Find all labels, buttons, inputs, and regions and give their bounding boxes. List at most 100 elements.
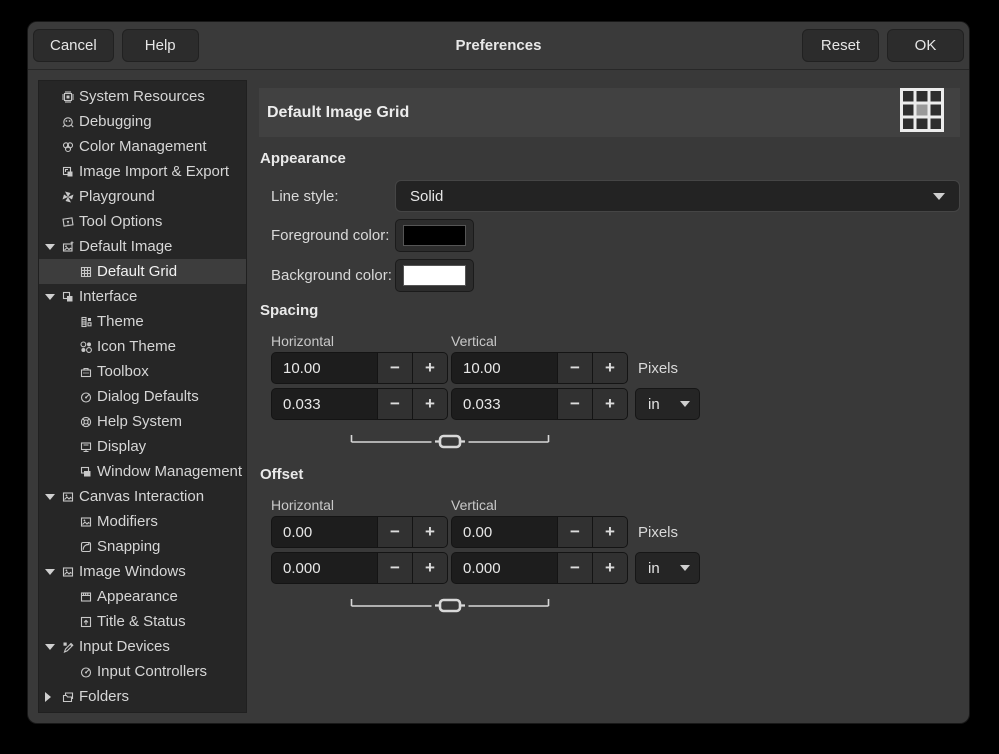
spacing-horizontal-unit-input[interactable] [272,389,377,419]
sidebar-item-label: Canvas Interaction [79,488,204,505]
sidebar-item-icon-theme[interactable]: Icon Theme [39,334,246,359]
expander-down-icon[interactable] [45,244,61,250]
offset-vertical-pixels-spinner: − + [451,516,628,548]
preferences-window: Cancel Help Preferences Reset OK System … [28,22,969,723]
offset-horizontal-pixels-input[interactable] [272,517,377,547]
sidebar-item-interface[interactable]: Interface [39,284,246,309]
expander-down-icon[interactable] [45,494,61,500]
preferences-category-tree: System Resources Debugging Color Managemen… [38,80,247,713]
cancel-button[interactable]: Cancel [33,29,114,62]
sidebar-item-title-and-status[interactable]: Title & Status [39,609,246,634]
offset-unit-value: in [648,560,680,577]
spacing-horizontal-unit-decrement-button[interactable]: − [377,389,412,419]
expander-down-icon[interactable] [45,569,61,575]
spacing-vertical-pixels-input[interactable] [452,353,557,383]
spacing-horizontal-pixels-decrement-button[interactable]: − [377,353,412,383]
spacing-vertical-unit-decrement-button[interactable]: − [557,389,592,419]
sidebar-item-modifiers[interactable]: Modifiers [39,509,246,534]
spacing-vertical-unit-input[interactable] [452,389,557,419]
offset-horizontal-unit-increment-button[interactable]: + [412,553,447,583]
spacing-horizontal-pixels-input[interactable] [272,353,377,383]
sidebar-item-image-import-and-export[interactable]: Image Import & Export [39,159,246,184]
offset-horizontal-unit-decrement-button[interactable]: − [377,553,412,583]
sidebar-item-dialog-defaults[interactable]: Dialog Defaults [39,384,246,409]
sidebar-item-label: Help System [97,413,182,430]
sidebar-item-playground[interactable]: Playground [39,184,246,209]
spacing-vertical-unit-spinner: − + [451,388,628,420]
sidebar-item-toolbox[interactable]: Toolbox [39,359,246,384]
expander-down-icon[interactable] [45,644,61,650]
offset-vertical-pixels-increment-button[interactable]: + [592,517,627,547]
offset-pixels-unit-label: Pixels [638,524,678,541]
offset-vertical-pixels-decrement-button[interactable]: − [557,517,592,547]
sidebar-item-snapping[interactable]: Snapping [39,534,246,559]
sidebar-item-label: System Resources [79,88,205,105]
page-title: Default Image Grid [267,104,898,122]
spacing-unit-dropdown[interactable]: in [635,388,700,420]
titlebar-left-buttons: Cancel Help [33,29,199,62]
line-style-dropdown[interactable]: Solid [395,180,960,212]
offset-vertical-pixels-input[interactable] [452,517,557,547]
sidebar-item-theme[interactable]: Theme [39,309,246,334]
help-system-icon [79,415,97,429]
sidebar-item-label: Theme [97,313,144,330]
spacing-heading: Spacing [260,302,960,319]
sidebar-item-system-resources[interactable]: System Resources [39,84,246,109]
main-panel: Default Image Grid Appearance Line style… [259,71,960,723]
color-management-icon [61,140,79,154]
offset-horizontal-pixels-decrement-button[interactable]: − [377,517,412,547]
canvas-interaction-icon [61,490,79,504]
expander-down-icon[interactable] [45,294,61,300]
sidebar-item-image-windows[interactable]: Image Windows [39,559,246,584]
sidebar-item-window-management[interactable]: Window Management [39,459,246,484]
offset-horizontal-unit-input[interactable] [272,553,377,583]
sidebar-item-display[interactable]: Display [39,434,246,459]
input-devices-icon [61,640,79,654]
sidebar-item-tool-options[interactable]: Tool Options [39,209,246,234]
sidebar-item-label: Image Import & Export [79,163,229,180]
sidebar-item-folders[interactable]: Folders [39,684,246,709]
sidebar-item-default-image[interactable]: Default Image [39,234,246,259]
sidebar-item-default-grid[interactable]: Default Grid [39,259,246,284]
page-header: Default Image Grid [259,88,960,137]
sidebar-item-label: Icon Theme [97,338,176,355]
sidebar-item-color-management[interactable]: Color Management [39,134,246,159]
offset-vertical-unit-decrement-button[interactable]: − [557,553,592,583]
chevron-down-icon [933,193,945,200]
offset-horizontal-pixels-increment-button[interactable]: + [412,517,447,547]
help-button[interactable]: Help [122,29,199,62]
background-color-button[interactable] [395,259,474,292]
spacing-vertical-unit-increment-button[interactable]: + [592,389,627,419]
foreground-color-button[interactable] [395,219,474,252]
sidebar-item-input-controllers[interactable]: Input Controllers [39,659,246,684]
sidebar-item-appearance[interactable]: Appearance [39,584,246,609]
spacing-link-chain-toggle[interactable] [350,431,550,449]
sidebar-item-debugging[interactable]: Debugging [39,109,246,134]
modifiers-icon [79,515,97,529]
sidebar-item-label: Debugging [79,113,152,130]
sidebar-item-input-devices[interactable]: Input Devices [39,634,246,659]
expander-right-icon[interactable] [45,692,61,702]
sidebar-item-help-system[interactable]: Help System [39,409,246,434]
offset-vertical-unit-increment-button[interactable]: + [592,553,627,583]
sidebar-item-canvas-interaction[interactable]: Canvas Interaction [39,484,246,509]
offset-vertical-column-label: Vertical [451,497,497,513]
line-style-value: Solid [410,188,933,205]
ok-button[interactable]: OK [887,29,964,62]
spacing-vertical-pixels-decrement-button[interactable]: − [557,353,592,383]
debugging-icon [61,115,79,129]
image-windows-icon [61,565,79,579]
offset-link-chain-toggle[interactable] [350,595,550,613]
reset-button[interactable]: Reset [802,29,879,62]
appearance-heading: Appearance [260,150,960,167]
spacing-vertical-pixels-increment-button[interactable]: + [592,353,627,383]
sidebar-item-label: Tool Options [79,213,162,230]
spacing-horizontal-pixels-increment-button[interactable]: + [412,353,447,383]
folders-icon [61,690,79,704]
offset-unit-dropdown[interactable]: in [635,552,700,584]
sidebar-item-label: Input Devices [79,638,170,655]
spacing-unit-value: in [648,396,680,413]
spacing-horizontal-unit-increment-button[interactable]: + [412,389,447,419]
title-status-icon [79,615,97,629]
offset-vertical-unit-input[interactable] [452,553,557,583]
